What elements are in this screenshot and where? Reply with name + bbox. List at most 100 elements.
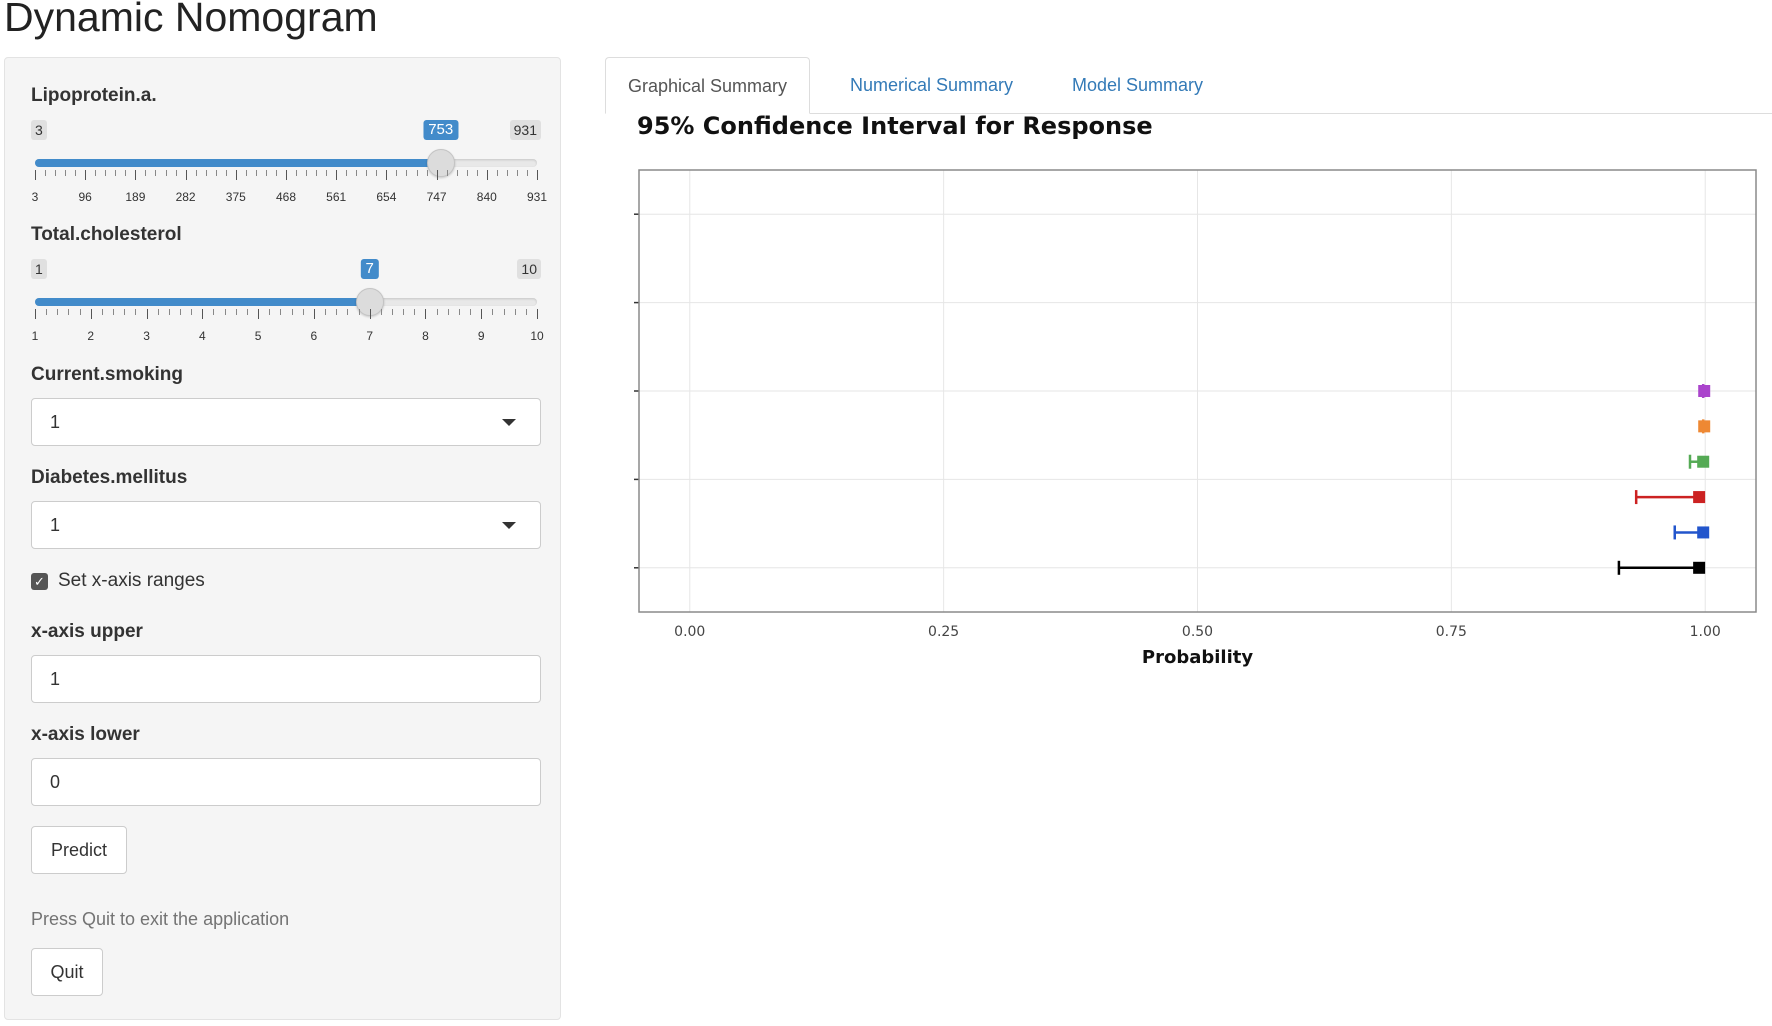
x-tick-label: 1.00 [1690,624,1721,640]
slider-minor-tick [403,309,405,315]
slider-minor-tick [447,309,449,315]
slider-value-label: 753 [423,120,459,140]
slider-tick-label: 4 [198,329,206,343]
slider-major-tick [481,309,483,319]
slider-minor-tick [416,170,418,176]
slider-minor-tick [525,309,527,315]
slider-minor-tick [436,309,438,315]
slider-minor-tick [356,170,358,176]
slider-minor-tick [326,170,328,176]
slider-minor-tick [302,309,304,315]
slider-minor-tick [145,170,147,176]
slider-minor-tick [135,309,137,315]
slider-minor-tick [235,309,237,315]
slider-tick-label: 375 [225,190,246,204]
tab-model-summary[interactable]: Model Summary [1050,57,1225,113]
slider-tick-label: 2 [87,329,95,343]
slider-minor-tick [75,170,77,176]
smoking-select[interactable]: 1 [31,398,541,446]
slider-major-tick [90,309,92,319]
slider-major-tick [369,309,371,319]
slider-fill [35,298,370,306]
slider-major-tick [537,309,538,319]
slider-minor-tick [155,170,157,176]
x-lower-input[interactable]: 0 [31,758,541,806]
tab-graphical-summary[interactable]: Graphical Summary [605,57,811,114]
set-range-checkbox-row[interactable]: ✓ Set x-axis ranges [31,570,205,592]
slider-minor-tick [125,170,127,176]
x-tick-label: 0.50 [1182,624,1213,640]
x-tick-label: 0.25 [928,624,959,640]
check-icon[interactable]: ✓ [31,572,48,590]
slider-major-tick [202,309,204,319]
ci-point-estimate [1697,526,1710,539]
sidebar-panel: Lipoprotein.a. 3 931 753 3 96 189 282 375 468… [4,57,561,1020]
slider-minor-tick [414,309,416,315]
slider-minor-tick [45,170,47,176]
slider-tick-label: 282 [175,190,196,204]
quit-button[interactable]: Quit [31,948,103,996]
smoking-label: Current.smoking [31,364,184,385]
slider-minor-tick [406,170,408,176]
slider-major-tick [386,170,388,180]
x-lower-label: x-axis lower [31,724,140,745]
slider-tick-label: 561 [326,190,347,204]
ci-point-estimate [1698,385,1711,397]
smoking-value: 1 [50,412,61,432]
slider-minor-tick [426,170,428,176]
diabetes-label: Diabetes.mellitus [31,467,188,488]
slider-min-label: 3 [31,120,47,140]
slider-minor-tick [516,170,518,176]
x-upper-value: 1 [50,669,61,689]
slider-minor-tick [124,309,126,315]
slider-track[interactable] [35,159,537,167]
slider-minor-tick [255,170,257,176]
slider-minor-tick [79,309,81,315]
slider-minor-tick [496,170,498,176]
slider-minor-tick [55,170,57,176]
slider-minor-tick [346,170,348,176]
cholesterol-slider[interactable]: 1 10 7 1 2 3 4 5 6 7 8 9 10 [31,259,544,359]
ci-point-estimate [1697,455,1710,468]
predict-button[interactable]: Predict [31,826,127,874]
ci-plot: 95% Confidence Interval for Response 0.00… [600,110,1772,690]
diabetes-select[interactable]: 1 [31,501,541,549]
slider-tick-label: 96 [78,190,92,204]
slider-minor-tick [265,170,267,176]
slider-minor-tick [213,309,215,315]
slider-minor-tick [316,170,318,176]
chart-title: 95% Confidence Interval for Response [637,112,1153,140]
x-upper-label: x-axis upper [31,621,143,642]
slider-minor-tick [57,309,59,315]
x-tick-label: 0.75 [1436,624,1467,640]
x-axis-label: Probability [1142,647,1253,668]
ci-point-estimate [1698,420,1711,433]
tab-numerical-summary[interactable]: Numerical Summary [828,57,1035,113]
slider-tick-label: 6 [310,329,318,343]
slider-tick-label: 8 [422,329,429,343]
slider-major-tick [185,170,187,180]
slider-major-tick [135,170,137,180]
slider-minor-tick [526,170,528,176]
slider-tick-label: 840 [476,190,497,204]
slider-minor-tick [68,309,70,315]
slider-minor-tick [347,309,349,315]
slider-track[interactable] [35,298,537,306]
slider-tick-label: 3 [31,190,39,204]
slider-minor-tick [105,170,107,176]
slider-major-tick [286,170,287,180]
slider-value-label: 7 [360,259,379,279]
x-tick-label: 0.00 [674,624,705,640]
slider-minor-tick [205,170,207,176]
slider-minor-tick [195,170,197,176]
slider-tick-label: 3 [143,329,150,343]
slider-minor-tick [180,309,182,315]
slider-tick-label: 10 [530,329,544,343]
x-upper-input[interactable]: 1 [31,655,541,703]
slider-tick-label: 468 [275,190,297,204]
slider-minor-tick [396,170,398,176]
app-title: Dynamic Nomogram [4,0,378,40]
slider-minor-tick [65,170,67,176]
ci-chart-svg: 95% Confidence Interval for Response 0.00… [634,112,1757,668]
lipoprotein-slider[interactable]: 3 931 753 3 96 189 282 375 468 561 654 747 840 931 [31,120,547,220]
